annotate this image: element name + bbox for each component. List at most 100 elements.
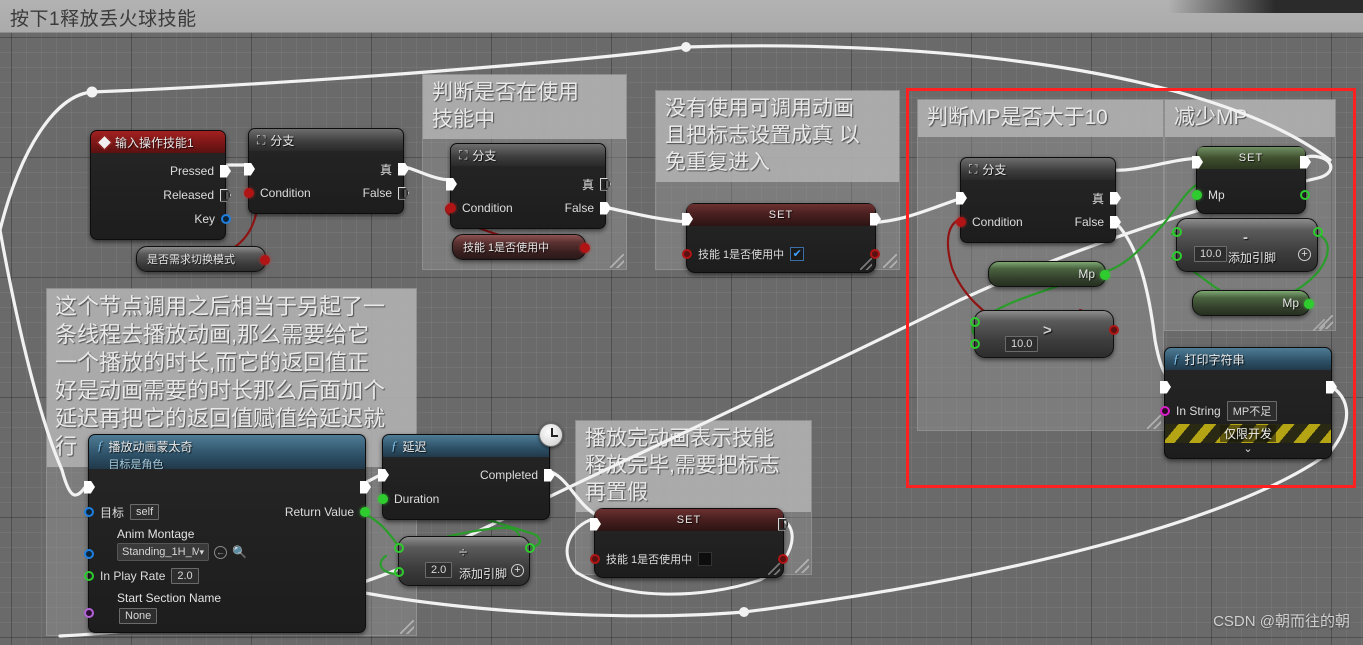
data-out-pin[interactable] <box>260 255 270 265</box>
titlebar-shadow-overlay <box>1168 0 1363 13</box>
data-out-pin[interactable] <box>221 214 231 224</box>
node-branch-1[interactable]: ⛶ 分支 真 Condition False <box>244 128 409 214</box>
exec-in-pin[interactable] <box>682 212 693 226</box>
data-in-pin[interactable] <box>378 494 388 504</box>
pin-row-exec[interactable]: 真 <box>244 157 409 181</box>
pin-row-in-play-rate[interactable]: In Play Rate 2.0 <box>84 563 365 589</box>
data-in-pin[interactable] <box>84 608 94 618</box>
pin-label: Released <box>163 188 214 202</box>
pin-label: In Play Rate <box>100 569 166 583</box>
node-resize-handle <box>768 563 780 575</box>
pin-row-start-section[interactable]: Start Section Name None <box>84 591 365 624</box>
node-resize-handle <box>860 258 872 270</box>
node-body: 真 Condition False <box>446 166 611 228</box>
comment-title: 播放完动画表示技能 释放完毕,需要把标志 再置假 <box>576 421 811 512</box>
pin-label: Anim Montage <box>117 527 195 541</box>
comment-resize-handle[interactable] <box>883 254 897 268</box>
var-label: 技能 1是否使用中 <box>463 242 550 254</box>
pin-row-condition[interactable]: Condition False <box>244 181 409 205</box>
node-set-skill1-false[interactable]: SET 技能 1是否使用中 <box>590 508 789 578</box>
var-label: 是否需求切换模式 <box>147 254 235 266</box>
pin-label: Pressed <box>169 164 214 178</box>
node-play-anim-montage[interactable]: ƒ 播放动画蒙太奇 目标是角色 目标 self Return Value Ani… <box>84 434 371 633</box>
page-title: 按下1释放丢火球技能 <box>10 9 197 30</box>
data-in-pin[interactable] <box>84 549 94 559</box>
in-play-rate-value[interactable]: 2.0 <box>171 568 199 584</box>
node-input-action-skill1[interactable]: 输入操作技能1 Pressed Released Key <box>90 130 231 240</box>
node-title: 输入操作技能1 <box>115 135 194 150</box>
exec-in-pin[interactable] <box>244 162 255 176</box>
data-out-pin[interactable] <box>580 243 590 253</box>
data-in-pin-a[interactable] <box>394 543 404 553</box>
node-title: 延迟 <box>402 439 427 454</box>
browse-back-icon[interactable]: ← <box>214 545 227 559</box>
pin-row-pressed[interactable]: Pressed <box>91 159 231 183</box>
data-in-pin[interactable] <box>682 249 692 259</box>
node-delay[interactable]: ƒ 延迟 Completed Duration <box>378 434 555 520</box>
node-branch-2[interactable]: ⛶ 分支 真 Condition False <box>446 143 611 229</box>
condition-in-pin[interactable] <box>244 188 254 198</box>
pin-label-condition: Condition <box>260 186 311 200</box>
return-value-out-pin[interactable] <box>360 507 370 517</box>
pin-row-variable[interactable]: 技能 1是否使用中 <box>590 547 788 571</box>
var-get-skill1-inuse[interactable]: 技能 1是否使用中 <box>452 234 590 260</box>
add-pin-button[interactable]: + <box>511 564 524 577</box>
node-title: 播放动画蒙太奇 <box>108 440 193 454</box>
data-in-pin[interactable] <box>84 571 94 581</box>
branch-icon: ⛶ <box>257 132 266 147</box>
pin-row-exec[interactable] <box>682 210 881 228</box>
pin-label: Duration <box>394 492 440 506</box>
pin-row-condition[interactable]: Condition False <box>446 196 611 220</box>
data-in-pin-b[interactable] <box>394 567 404 577</box>
comment-resize-handle[interactable] <box>795 559 809 573</box>
node-body: 真 Condition False <box>244 151 409 213</box>
data-in-pin[interactable] <box>84 507 94 517</box>
bool-checkbox[interactable]: ✔ <box>790 247 805 261</box>
pin-row-key[interactable]: Key <box>91 207 231 231</box>
data-out-pin[interactable] <box>525 543 535 553</box>
operator-symbol: ÷ <box>459 544 468 561</box>
exec-in-pin[interactable] <box>84 480 95 494</box>
node-header: ƒ 播放动画蒙太奇 目标是角色 <box>89 435 365 469</box>
exec-in-pin[interactable] <box>590 517 601 531</box>
blueprint-graph-window: 按下1释放丢火球技能 判断是否在使用 技能中 没有使用可调用动画 且把标志设置成… <box>0 0 1363 645</box>
pin-label-true: 真 <box>379 162 392 177</box>
add-pin-label[interactable]: 添加引脚 <box>459 565 507 582</box>
node-title: 分支 <box>472 148 497 163</box>
target-value[interactable]: self <box>130 504 160 520</box>
selection-rectangle <box>906 88 1356 488</box>
node-header: ⛶ 分支 <box>249 129 403 151</box>
anim-montage-select[interactable]: Standing_1H_M ▾ <box>117 543 209 561</box>
diamond-icon <box>96 134 113 150</box>
pin-row-variable[interactable]: 技能 1是否使用中 ✔ <box>682 242 880 266</box>
pin-label-condition: Condition <box>462 201 513 215</box>
node-subtitle: 目标是角色 <box>108 459 164 469</box>
pin-row-exec[interactable] <box>590 515 789 533</box>
data-in-pin[interactable] <box>590 554 600 564</box>
operand-b-value[interactable]: 2.0 <box>425 562 453 578</box>
pin-label: Start Section Name <box>117 591 222 605</box>
comment-resize-handle[interactable] <box>400 620 414 634</box>
pin-row-exec[interactable]: Completed <box>378 463 555 487</box>
pin-row-target[interactable]: 目标 self Return Value <box>84 499 370 525</box>
pin-row-released[interactable]: Released <box>91 183 231 207</box>
node-body: 目标 self Return Value Anim Montage Standi… <box>84 469 371 632</box>
node-set-skill1-true[interactable]: SET 技能 1是否使用中 ✔ <box>682 203 881 273</box>
pin-row-duration[interactable]: Duration <box>378 487 549 511</box>
node-body: 技能 1是否使用中 ✔ <box>682 212 881 272</box>
node-divide[interactable]: ÷ 2.0 添加引脚 + <box>394 536 535 586</box>
bool-checkbox[interactable] <box>698 552 713 566</box>
search-icon[interactable]: 🔍 <box>232 545 247 559</box>
exec-in-pin[interactable] <box>446 177 457 191</box>
condition-in-pin[interactable] <box>446 203 456 213</box>
watermark: CSDN @朝而往的朝 <box>1213 613 1350 630</box>
start-section-value[interactable]: None <box>119 608 158 624</box>
node-header: ƒ 延迟 <box>383 435 549 457</box>
pin-row-exec[interactable] <box>84 475 371 499</box>
comment-resize-handle[interactable] <box>610 254 624 268</box>
pin-row-anim-montage[interactable]: Anim Montage Standing_1H_M ▾ ← 🔍 <box>84 527 365 561</box>
branch-icon: ⛶ <box>459 147 468 162</box>
exec-in-pin[interactable] <box>378 468 389 482</box>
var-get-switch-mode[interactable]: 是否需求切换模式 <box>136 246 270 272</box>
pin-row-exec[interactable]: 真 <box>446 172 611 196</box>
